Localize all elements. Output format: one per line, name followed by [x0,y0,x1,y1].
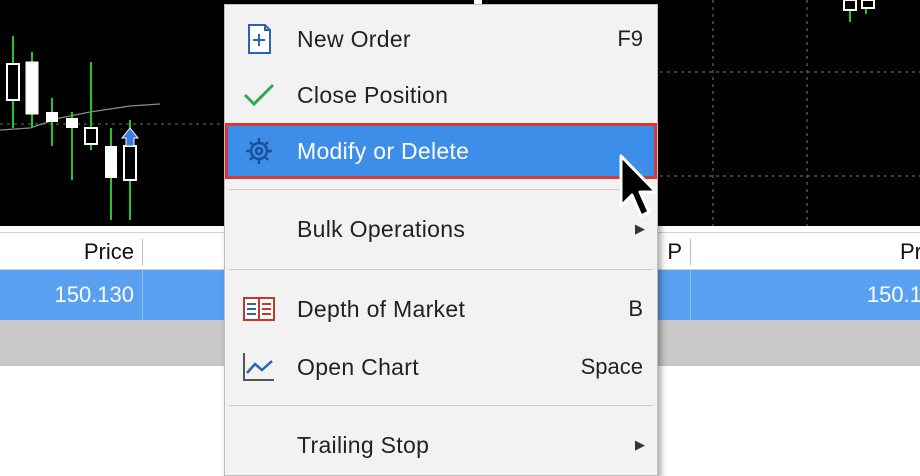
menu-item-label: Trailing Stop [297,432,430,458]
checkmark-icon [243,83,275,107]
menu-item-new-order[interactable]: New Order F9 [225,11,657,67]
gear-icon [246,138,272,164]
submenu-arrow-icon: ▶ [635,437,645,452]
candle [46,112,58,122]
candle [84,127,98,145]
new-order-icon [248,24,271,54]
candle [123,145,137,181]
menu-item-label: Open Chart [297,354,419,380]
menu-item-shortcut: B [628,296,643,321]
menu-item-close-position[interactable]: Close Position [225,67,657,123]
menu-item-depth-of-market[interactable]: Depth of Market B [225,281,657,337]
candle [6,63,20,101]
menu-item-trailing-stop[interactable]: Trailing Stop ▶ [225,417,657,473]
mouse-cursor-icon [619,154,658,218]
menu-item-bulk-operations[interactable]: Bulk Operations ▶ [225,201,657,257]
open-chart-icon [243,353,274,381]
candle [66,118,78,128]
context-menu: New Order F9 Close Position Modify or De… [224,4,658,476]
menu-item-modify-or-delete[interactable]: Modify or Delete [225,123,657,179]
menu-item-label: Bulk Operations [297,216,466,242]
menu-item-label: Modify or Delete [297,138,470,164]
candle [25,61,39,115]
candle [105,146,117,178]
cell-divider [142,270,143,320]
menu-separator [229,269,653,270]
column-header-price[interactable]: Price [0,233,142,269]
menu-item-label: Depth of Market [297,296,466,322]
price-cell: 150.130 [54,282,134,307]
column-divider[interactable] [142,239,143,265]
menu-item-label: Close Position [297,82,449,108]
menu-item-shortcut: F9 [617,26,643,51]
menu-separator [229,405,653,406]
column-header-price-2[interactable]: Pr [690,233,920,269]
menu-item-shortcut: Space [580,354,643,379]
buy-arrow-icon [120,127,140,147]
depth-of-market-icon [243,297,275,321]
column-header-p[interactable]: P [658,233,690,269]
menu-item-open-chart[interactable]: Open Chart Space [225,339,657,395]
price-cell-2: 150.1 [866,282,920,307]
menu-item-label: New Order [297,26,411,52]
menu-separator [229,189,653,190]
